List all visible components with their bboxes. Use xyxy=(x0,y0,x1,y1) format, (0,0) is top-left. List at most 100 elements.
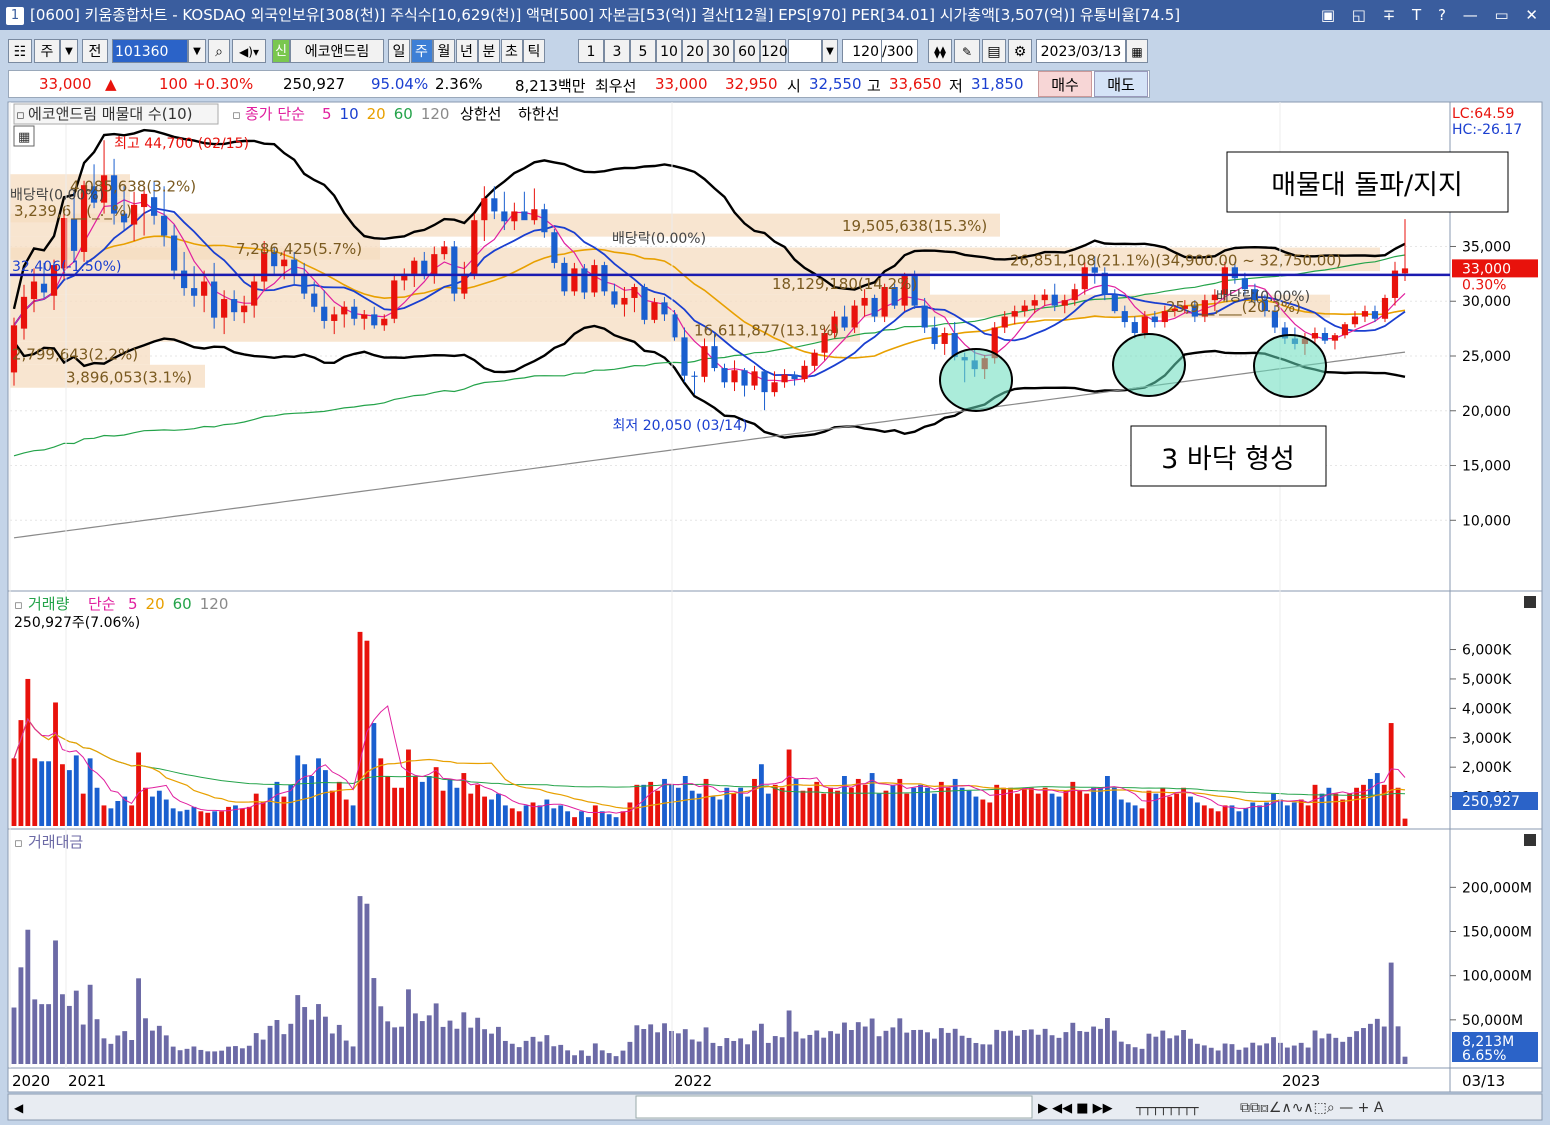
stock-chart[interactable]: 4,085,638(3.2%)3,239,6__(_._%)19,505,638… xyxy=(0,0,1550,1125)
pane-close-icon-1[interactable] xyxy=(1524,596,1536,608)
candle-body xyxy=(581,268,588,293)
time-tick-label: 2021 xyxy=(68,1072,106,1090)
candle-body xyxy=(211,281,218,318)
amount-bar xyxy=(156,1025,162,1064)
volume-bar xyxy=(973,796,979,826)
volume-bar xyxy=(115,801,121,826)
amount-bar xyxy=(842,1022,847,1064)
amount-bar xyxy=(233,1046,238,1064)
candle-body xyxy=(301,273,308,294)
candle-body xyxy=(30,281,38,300)
amount-bar xyxy=(1181,1030,1186,1064)
volume-bar xyxy=(959,787,965,826)
volume-bar xyxy=(613,817,619,826)
amount-bar xyxy=(246,1045,252,1064)
volume-pct-tag-text: 7.06% xyxy=(1462,810,1506,826)
amount-bar xyxy=(585,1055,591,1064)
amount-bar xyxy=(1167,1038,1173,1064)
amount-bar xyxy=(1063,1032,1069,1064)
amount-bar xyxy=(1174,1035,1180,1064)
candle-body xyxy=(701,346,708,377)
volume-bar xyxy=(163,799,169,826)
amount-bar xyxy=(502,1040,508,1064)
volume-bar xyxy=(1291,802,1297,826)
volume-legend-ma-period: 120 xyxy=(200,595,229,613)
amount-bar xyxy=(689,1039,695,1064)
volume-bar xyxy=(1160,787,1166,826)
amount-bar xyxy=(482,1029,488,1064)
pane-close-icon-2[interactable] xyxy=(1524,834,1536,846)
amount-bar xyxy=(959,1035,965,1064)
zoom-ruler-icon[interactable]: ┬┬┬┬┬┬┬┬ xyxy=(1135,1101,1199,1116)
volume-bar xyxy=(1070,781,1076,826)
price-tick-label: 20,000 xyxy=(1462,404,1511,420)
amount-bar xyxy=(433,1003,439,1064)
amount-bar xyxy=(336,1024,342,1064)
scroll-left-icon[interactable]: ◀ xyxy=(14,1101,24,1115)
volume-bar xyxy=(835,790,840,826)
amount-bar xyxy=(1388,962,1394,1064)
volume-bar xyxy=(184,809,190,826)
candle-body xyxy=(511,211,518,222)
scroll-thumb[interactable] xyxy=(635,1095,1033,1119)
legend-square-icon: ▫ xyxy=(16,108,25,123)
amount-bar xyxy=(260,1039,266,1064)
legend-ma-period: 10 xyxy=(340,105,359,123)
candle-body xyxy=(1121,311,1128,323)
volume-bar xyxy=(233,805,238,826)
volume-profile-label: 19,505,638(15.3%) xyxy=(842,217,987,235)
amount-bar xyxy=(1111,1030,1117,1064)
volume-bar xyxy=(876,793,882,826)
volume-bar xyxy=(496,793,501,826)
lc-label: LC:64.59 xyxy=(1452,106,1514,122)
playback-controls-icon[interactable]: ▶ ◀◀ ■ ▶▶ xyxy=(1038,1101,1113,1116)
candle-body xyxy=(150,197,158,216)
amount-bar xyxy=(682,1029,688,1064)
amount-bar xyxy=(60,994,65,1064)
volume-bar xyxy=(378,758,384,826)
annotation-breakout: 매물대 돌파/지지 xyxy=(1271,170,1463,201)
volume-bar xyxy=(1174,793,1180,826)
amount-bar xyxy=(592,1043,598,1064)
candle-body xyxy=(651,302,658,320)
amount-bar xyxy=(122,1031,128,1064)
amount-bar xyxy=(1347,1036,1353,1064)
amount-bar xyxy=(648,1024,654,1064)
amount-bar xyxy=(309,1019,314,1064)
volume-bar xyxy=(807,787,813,826)
amount-bar xyxy=(1264,1043,1270,1064)
amount-bar xyxy=(779,1037,785,1064)
candle-body xyxy=(1021,305,1028,312)
volume-bar xyxy=(239,808,245,826)
amount-bar xyxy=(1319,1038,1325,1064)
amount-bar xyxy=(918,1029,923,1064)
amount-bar xyxy=(703,1027,709,1064)
volume-bar xyxy=(385,776,391,826)
candle-body xyxy=(661,302,668,315)
candle-body xyxy=(311,293,318,307)
volume-bar xyxy=(1201,805,1207,826)
volume-bar xyxy=(343,799,349,826)
amount-bar xyxy=(468,1027,474,1064)
candle-body xyxy=(791,374,798,379)
amount-bar xyxy=(1395,1026,1401,1064)
amount-bar xyxy=(530,1036,536,1064)
amount-bar xyxy=(904,1032,910,1064)
legend-dot-icon: ▫ xyxy=(232,108,241,123)
amount-bar xyxy=(66,1005,72,1064)
amount-bar xyxy=(378,1006,384,1064)
legend-ma-period: 120 xyxy=(421,105,450,123)
amount-bar xyxy=(662,1023,667,1064)
volume-bar xyxy=(108,808,114,826)
candle-body xyxy=(941,333,948,344)
time-tick-label: 2022 xyxy=(674,1072,712,1090)
drawing-tools-icon[interactable]: ⧉⧉⧈∠∧∿∧⬚⌕ — + A xyxy=(1240,1100,1384,1116)
volume-bar xyxy=(1105,776,1110,826)
amount-bar xyxy=(696,1041,702,1064)
volume-bar xyxy=(295,755,301,826)
volume-bar xyxy=(39,761,45,826)
volume-bar xyxy=(260,802,266,826)
volume-bar xyxy=(1367,778,1373,826)
volume-bar xyxy=(46,761,52,826)
candle-body xyxy=(1131,322,1138,333)
